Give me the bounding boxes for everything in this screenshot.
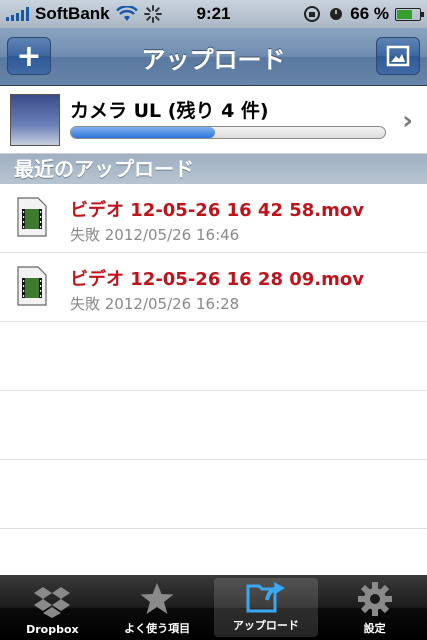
list-item[interactable]: ビデオ 12-05-26 16 28 09.mov 失敗 2012/05/26 … — [0, 253, 427, 322]
star-icon — [135, 580, 179, 618]
status-bar: SoftBank 9:21 66 % — [0, 0, 427, 28]
chevron-right-icon: › — [402, 106, 413, 136]
section-header-recent-uploads: 最近のアップロード — [0, 154, 427, 184]
tab-settings[interactable]: 設定 — [322, 575, 427, 640]
upload-title: ビデオ 12-05-26 16 42 58.mov — [70, 200, 364, 221]
camera-upload-thumbnail — [10, 94, 60, 146]
upload-icon — [244, 578, 288, 615]
tab-favorites[interactable]: よく使う項目 — [105, 575, 210, 640]
empty-row — [0, 322, 427, 391]
tab-label: アップロード — [232, 619, 299, 632]
tab-dropbox[interactable]: Dropbox — [0, 575, 105, 640]
photo-button[interactable] — [376, 37, 420, 75]
dropbox-icon — [30, 583, 74, 621]
upload-list: ビデオ 12-05-26 16 42 58.mov 失敗 2012/05/26 … — [0, 184, 427, 598]
upload-progress-fill — [71, 127, 216, 138]
navigation-bar: + アップロード — [0, 28, 427, 86]
page-title: アップロード — [141, 46, 286, 74]
battery-fill — [397, 9, 412, 19]
video-file-icon — [17, 197, 47, 237]
upload-status: 失敗 2012/05/26 16:46 — [70, 226, 240, 244]
upload-progress-bar — [70, 126, 386, 139]
tab-label: 設定 — [363, 622, 386, 635]
tab-bar: Dropbox よく使う項目 アップロード 設定 — [0, 575, 427, 640]
upload-title: ビデオ 12-05-26 16 28 09.mov — [70, 269, 364, 290]
empty-row — [0, 460, 427, 529]
gear-icon — [353, 580, 397, 618]
list-item[interactable]: ビデオ 12-05-26 16 42 58.mov 失敗 2012/05/26 … — [0, 184, 427, 253]
video-file-icon — [17, 266, 47, 306]
tab-label: よく使う項目 — [124, 622, 191, 635]
camera-upload-row[interactable]: カメラ UL (残り 4 件) › — [0, 86, 427, 154]
rotation-lock-icon — [304, 6, 321, 22]
status-right: 66 % — [302, 4, 424, 24]
tab-label: Dropbox — [26, 623, 79, 636]
photo-icon — [386, 45, 410, 67]
upload-status: 失敗 2012/05/26 16:28 — [70, 295, 240, 313]
battery-percent: 66 % — [350, 4, 389, 23]
camera-upload-label: カメラ UL (残り 4 件) — [70, 100, 269, 122]
tab-uploads[interactable]: アップロード — [213, 578, 319, 637]
alarm-clock-icon — [330, 8, 343, 20]
battery-icon — [395, 7, 424, 21]
empty-row — [0, 391, 427, 460]
